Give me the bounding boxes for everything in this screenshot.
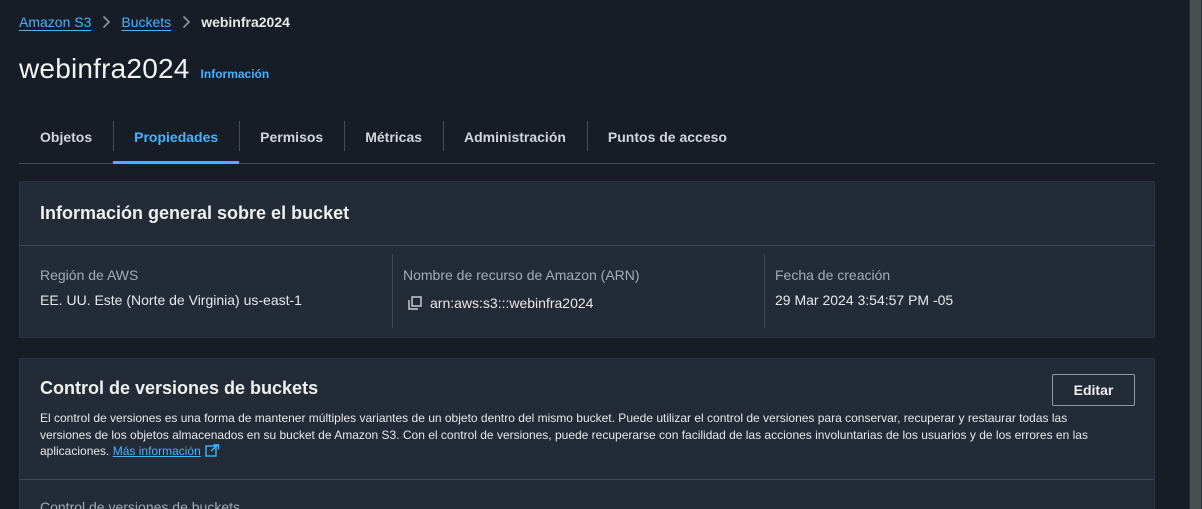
scrollbar-thumb[interactable] bbox=[1190, 0, 1201, 509]
breadcrumb-current: webinfra2024 bbox=[201, 14, 290, 30]
page-header: webinfra2024 Información bbox=[19, 53, 269, 85]
page-title: webinfra2024 bbox=[19, 53, 190, 84]
versioning-description: El control de versiones es una forma de … bbox=[40, 410, 1120, 460]
tab-bar: Objetos Propiedades Permisos Métricas Ad… bbox=[19, 110, 1155, 164]
tab-propiedades[interactable]: Propiedades bbox=[113, 110, 240, 164]
bucket-versioning-title: Control de versiones de buckets bbox=[40, 378, 319, 398]
breadcrumb-amazon-s3[interactable]: Amazon S3 bbox=[19, 14, 91, 30]
bucket-overview-title: Información general sobre el bucket bbox=[40, 203, 350, 223]
tab-permisos[interactable]: Permisos bbox=[239, 110, 344, 163]
more-info-link[interactable]: Más información bbox=[113, 444, 201, 458]
creation-date-label: Fecha de creación bbox=[775, 267, 891, 283]
creation-date-column: Fecha de creación 29 Mar 2024 3:54:57 PM… bbox=[764, 254, 1136, 328]
arn-column: Nombre de recurso de Amazon (ARN) arn:aw… bbox=[392, 254, 764, 328]
divider bbox=[20, 245, 1154, 246]
external-link-icon[interactable] bbox=[205, 444, 220, 457]
arn-value: arn:aws:s3:::webinfra2024 bbox=[430, 295, 594, 311]
tab-objetos[interactable]: Objetos bbox=[19, 110, 113, 163]
arn-label: Nombre de recurso de Amazon (ARN) bbox=[403, 267, 640, 283]
versioning-status-label: Control de versiones de buckets bbox=[40, 499, 240, 509]
scrollbar[interactable] bbox=[1189, 0, 1202, 509]
bucket-overview-panel: Información general sobre el bucket Regi… bbox=[19, 181, 1155, 338]
info-link[interactable]: Información bbox=[201, 67, 270, 81]
chevron-right-icon bbox=[171, 15, 201, 29]
creation-date-value: 29 Mar 2024 3:54:57 PM -05 bbox=[775, 292, 954, 308]
bucket-overview-columns: Región de AWS EE. UU. Este (Norte de Vir… bbox=[20, 254, 1154, 328]
tab-administracion[interactable]: Administración bbox=[443, 110, 587, 163]
breadcrumb-buckets[interactable]: Buckets bbox=[121, 14, 171, 30]
tab-puntos-de-acceso[interactable]: Puntos de acceso bbox=[586, 110, 748, 163]
region-label: Región de AWS bbox=[40, 267, 139, 283]
tab-metricas[interactable]: Métricas bbox=[344, 110, 443, 163]
copy-icon[interactable] bbox=[408, 295, 430, 311]
divider bbox=[20, 479, 1154, 480]
breadcrumb: Amazon S3 Buckets webinfra2024 bbox=[19, 12, 290, 32]
chevron-right-icon bbox=[91, 15, 121, 29]
bucket-versioning-panel: Control de versiones de buckets Editar E… bbox=[19, 358, 1155, 509]
arn-row: arn:aws:s3:::webinfra2024 bbox=[403, 292, 764, 311]
region-value: EE. UU. Este (Norte de Virginia) us-east… bbox=[40, 292, 302, 308]
region-column: Región de AWS EE. UU. Este (Norte de Vir… bbox=[20, 254, 392, 328]
edit-button[interactable]: Editar bbox=[1052, 374, 1135, 406]
